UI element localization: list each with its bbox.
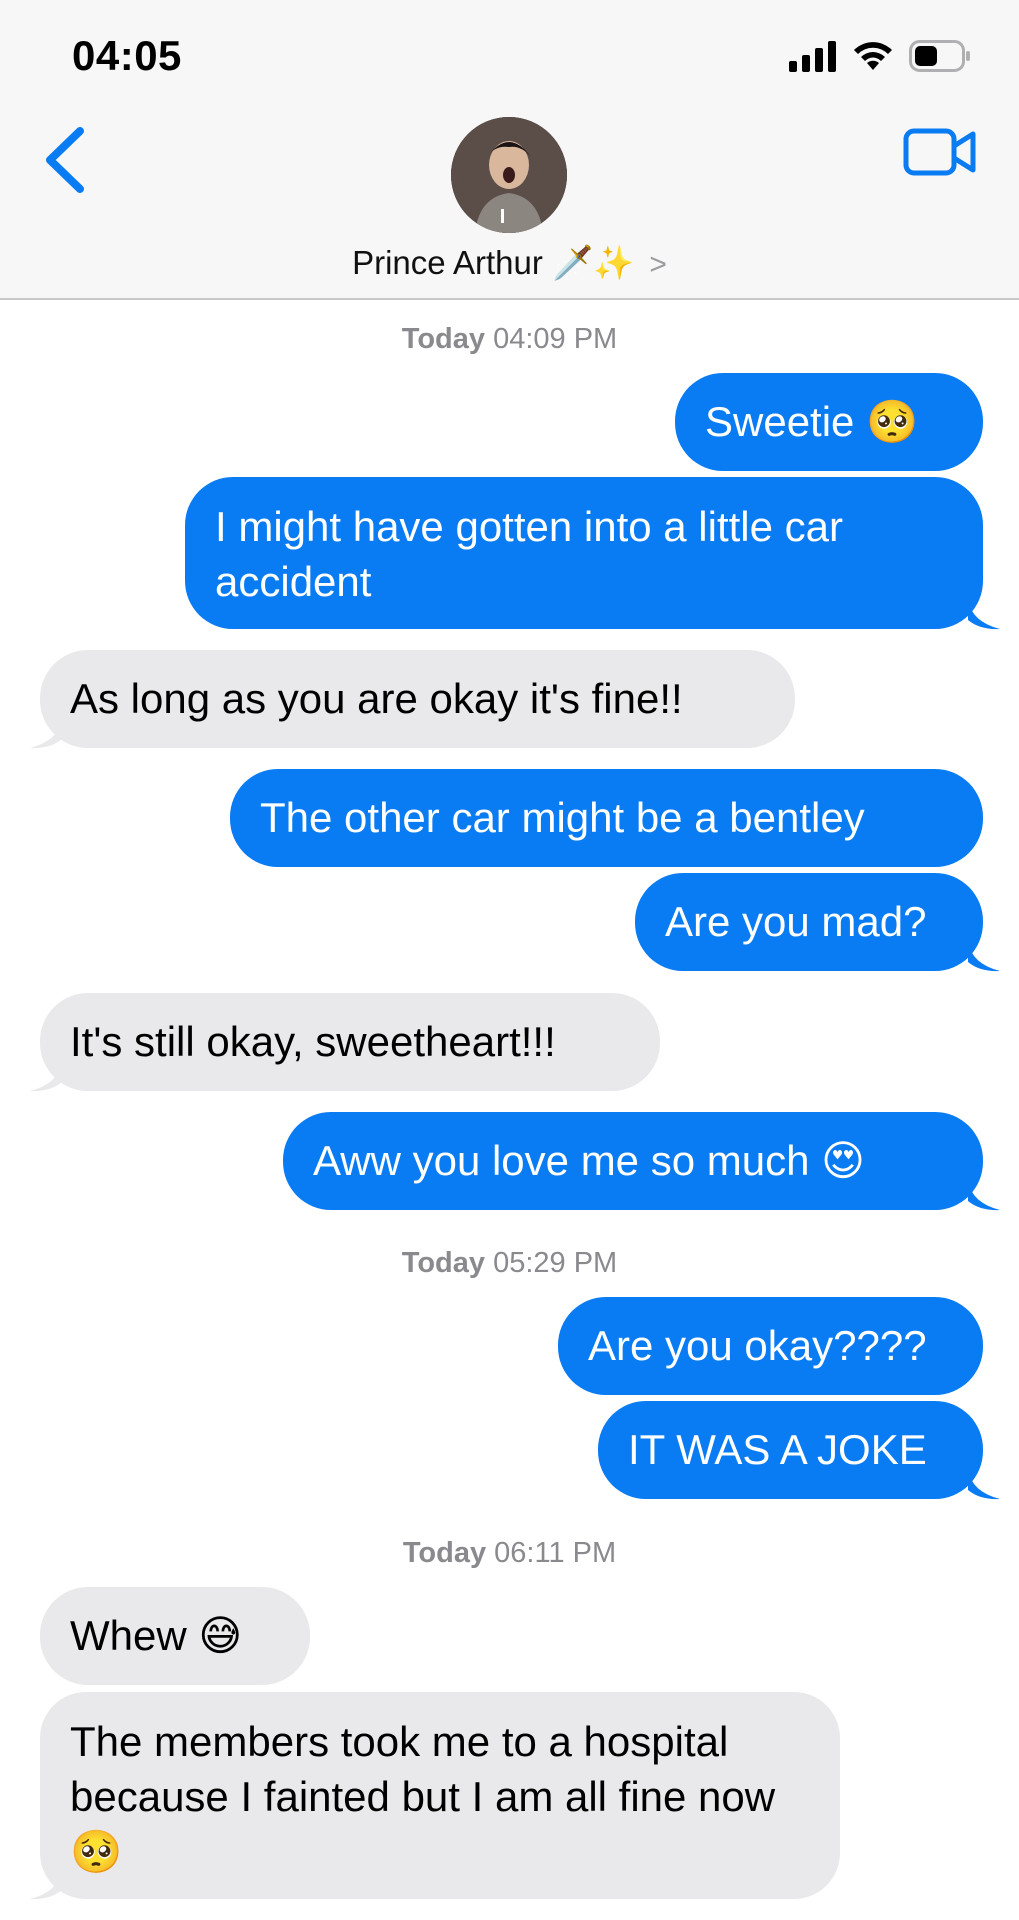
timestamp-day: Today: [401, 1247, 486, 1279]
back-chevron-icon: [46, 127, 84, 193]
timestamp: Today 04:09 PM: [0, 323, 1019, 356]
bubble-tail: [968, 1181, 1000, 1211]
contact-name-button[interactable]: Prince Arthur 🗡️✨ >: [0, 244, 1019, 283]
sent-message[interactable]: I might have gotten into a little car ac…: [185, 477, 983, 629]
chevron-right-icon: >: [649, 248, 667, 281]
message-text: Aww you love me so much 😍: [313, 1137, 865, 1184]
timestamp-time: 06:11 PM: [494, 1537, 617, 1569]
message-text: Sweetie 🥺: [705, 398, 919, 445]
message-text: IT WAS A JOKE: [628, 1426, 927, 1473]
status-icons: [789, 34, 971, 78]
received-message[interactable]: As long as you are okay it's fine!!: [40, 650, 795, 748]
received-message[interactable]: The members took me to a hospital becaus…: [40, 1692, 840, 1899]
timestamp-time: 04:09 PM: [493, 323, 618, 355]
bubble-tail: [30, 719, 62, 749]
message-text: I might have gotten into a little car ac…: [215, 503, 844, 605]
bubble-tail: [968, 600, 1000, 630]
message-text: Whew 😅: [70, 1612, 243, 1659]
conversation-header: 04:05 Prince Arthur 🗡️✨ >: [0, 0, 1019, 300]
contact-avatar[interactable]: [451, 117, 567, 233]
sent-message[interactable]: Are you okay????: [558, 1297, 983, 1395]
video-camera-icon: [903, 128, 976, 176]
message-text: Are you okay????: [588, 1322, 927, 1369]
message-text: The other car might be a bentley: [260, 794, 865, 841]
sent-message[interactable]: The other car might be a bentley: [230, 769, 983, 867]
bubble-tail: [30, 1870, 62, 1900]
bubble-tail: [968, 1470, 1000, 1500]
message-text: It's still okay, sweetheart!!!: [70, 1018, 556, 1065]
timestamp: Today 05:29 PM: [0, 1247, 1019, 1280]
message-text: As long as you are okay it's fine!!: [70, 675, 683, 722]
wifi-icon: [854, 42, 892, 70]
received-message[interactable]: Whew 😅: [40, 1587, 310, 1685]
status-time: 04:05: [72, 32, 182, 79]
bubble-tail: [968, 942, 1000, 972]
timestamp: Today 06:11 PM: [0, 1537, 1019, 1570]
back-button[interactable]: [40, 125, 90, 195]
message-text: The members took me to a hospital becaus…: [70, 1718, 776, 1875]
signal-icon: [789, 41, 836, 72]
received-message[interactable]: It's still okay, sweetheart!!!: [40, 993, 660, 1091]
sent-message[interactable]: IT WAS A JOKE: [598, 1401, 983, 1499]
message-text: Are you mad?: [665, 898, 927, 945]
sent-message[interactable]: Are you mad?: [635, 873, 983, 971]
timestamp-time: 05:29 PM: [493, 1247, 618, 1279]
avatar-photo: [451, 117, 567, 233]
timestamp-day: Today: [401, 323, 486, 355]
contact-name-emoji: 🗡️✨: [552, 244, 635, 281]
contact-name: Prince Arthur: [352, 244, 543, 281]
sent-message[interactable]: Sweetie 🥺: [675, 373, 983, 471]
timestamp-day: Today: [402, 1537, 487, 1569]
bubble-tail: [30, 1062, 62, 1092]
sent-message[interactable]: Aww you love me so much 😍: [283, 1112, 983, 1210]
battery-icon: [909, 40, 970, 72]
video-call-button[interactable]: [903, 128, 977, 176]
